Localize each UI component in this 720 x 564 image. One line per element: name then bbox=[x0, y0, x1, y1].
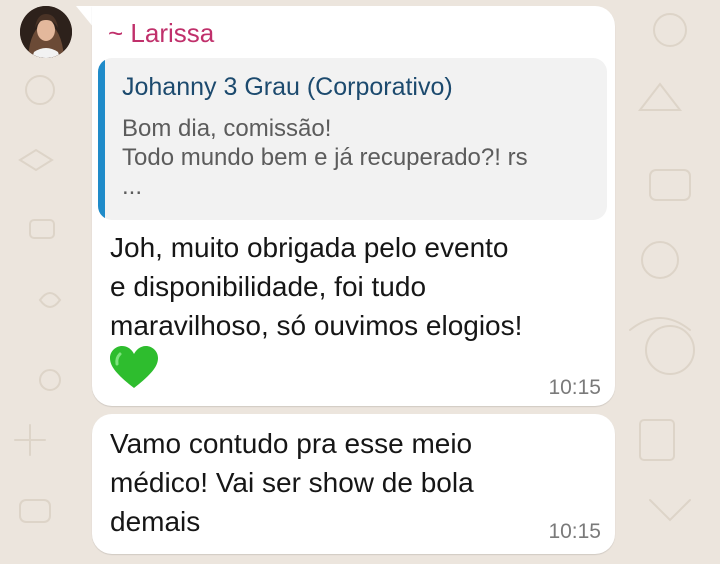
quoted-line: Todo mundo bem e já recuperado?! rs bbox=[122, 144, 528, 171]
quoted-message[interactable]: Johanny 3 Grau (Corporativo) Bom dia, co… bbox=[98, 58, 607, 220]
message-text: Joh, muito obrigada pelo evento e dispon… bbox=[110, 232, 523, 341]
message-bubble[interactable]: ~ Larissa Johanny 3 Grau (Corporativo) B… bbox=[92, 6, 615, 406]
sender-name[interactable]: ~ Larissa bbox=[108, 18, 214, 49]
message-bubble[interactable]: Vamo contudo pra esse meio médico! Vai s… bbox=[92, 414, 615, 554]
profile-photo-icon bbox=[20, 6, 72, 58]
quoted-line: Bom dia, comissão! bbox=[122, 115, 332, 142]
sender-avatar[interactable] bbox=[20, 6, 72, 58]
quoted-line: ... bbox=[122, 173, 143, 200]
message-timestamp: 10:15 bbox=[548, 520, 601, 543]
message-text: Vamo contudo pra esse meio médico! Vai s… bbox=[110, 428, 474, 537]
quoted-text: Bom dia, comissão! Todo mundo bem e já r… bbox=[122, 114, 598, 201]
green-heart-icon bbox=[110, 346, 158, 395]
quoted-author: Johanny 3 Grau (Corporativo) bbox=[122, 73, 453, 101]
quote-accent-bar bbox=[98, 58, 105, 220]
message-timestamp: 10:15 bbox=[548, 376, 601, 399]
